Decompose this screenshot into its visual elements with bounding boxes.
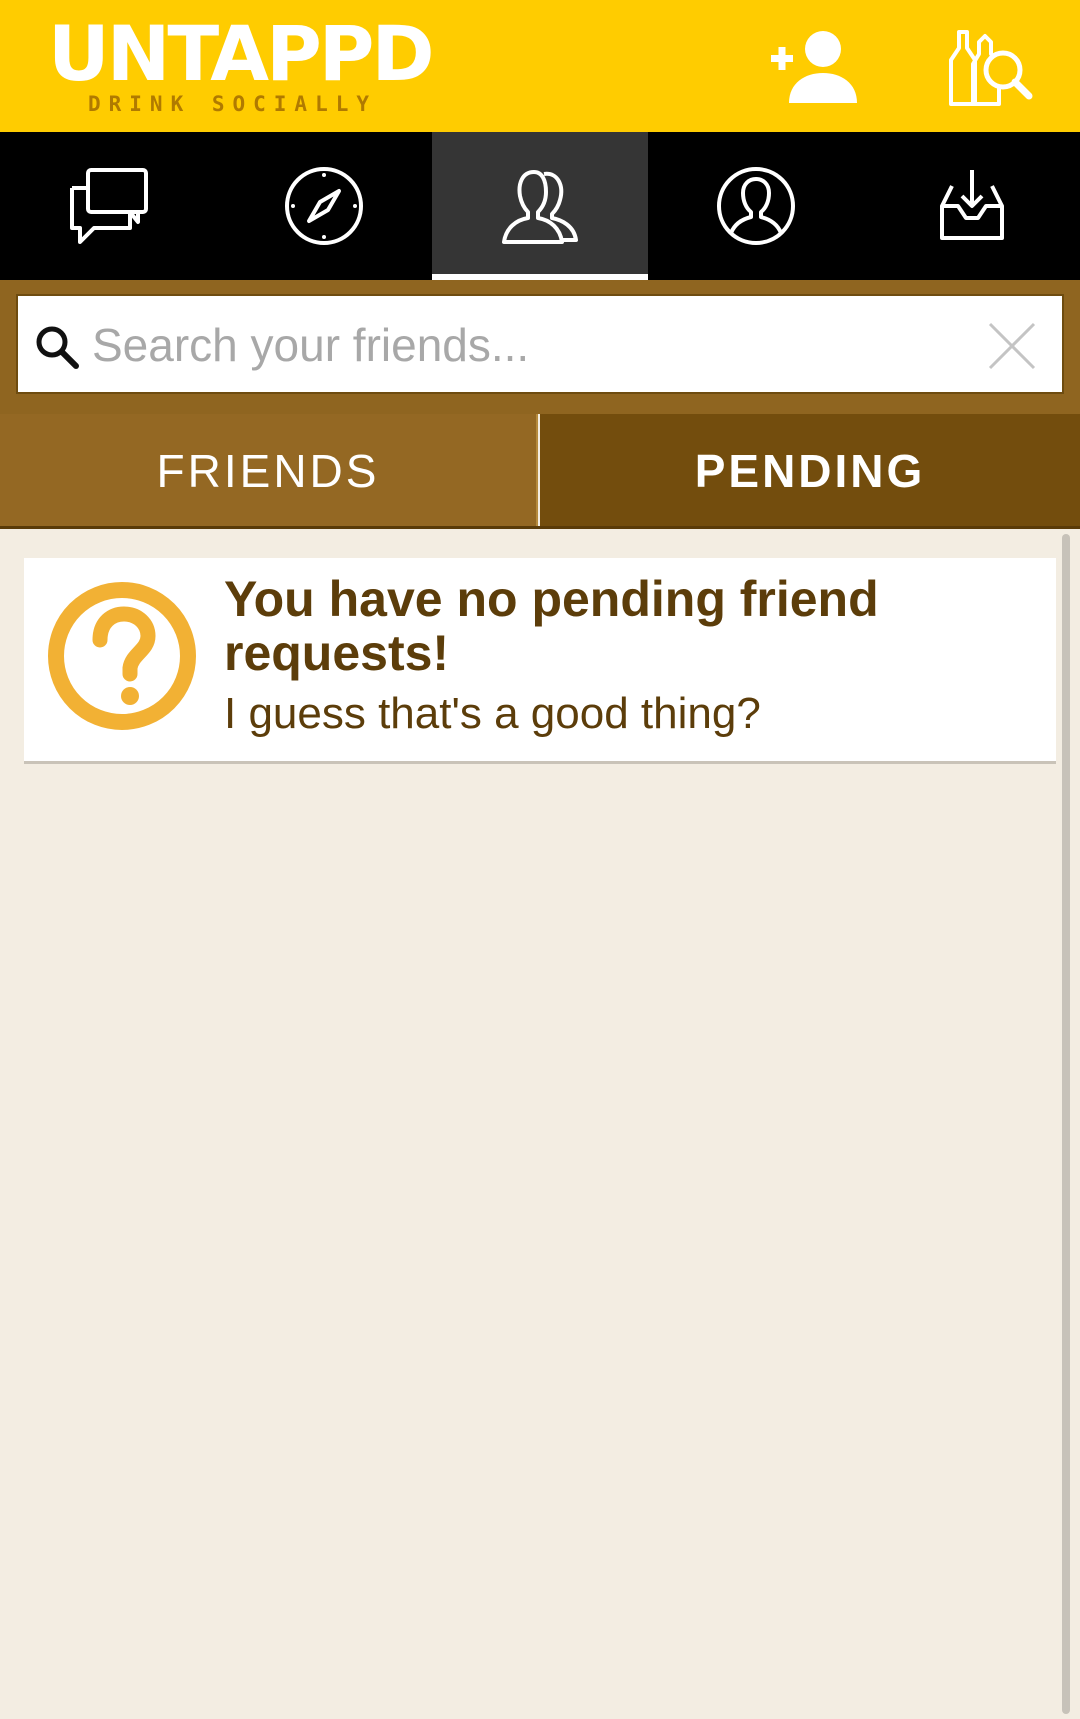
untappd-logo: UNTAPPD DRINK SOCIALLY xyxy=(48,12,468,122)
search-input[interactable] xyxy=(92,306,972,384)
scrollbar[interactable] xyxy=(1062,534,1070,1714)
main-nav xyxy=(0,132,1080,280)
profile-icon xyxy=(717,167,795,245)
app-header: UNTAPPD DRINK SOCIALLY xyxy=(0,0,1080,132)
tab-discover[interactable] xyxy=(216,132,432,280)
tab-friends-list[interactable]: FRIENDS xyxy=(0,414,538,528)
close-icon[interactable] xyxy=(986,320,1038,372)
divider xyxy=(0,526,1080,529)
tab-inbox[interactable] xyxy=(864,132,1080,280)
search-bar xyxy=(0,280,1080,414)
logo-wordmark: UNTAPPD xyxy=(48,9,435,98)
empty-state-card: You have no pending friend requests! I g… xyxy=(24,558,1056,764)
activity-chat-icon xyxy=(70,168,148,244)
add-friend-button[interactable] xyxy=(765,22,865,112)
beer-search-button[interactable] xyxy=(940,22,1040,112)
add-person-icon xyxy=(771,31,857,103)
search-icon xyxy=(36,326,79,369)
question-icon xyxy=(48,582,196,730)
inbox-download-icon xyxy=(940,170,1004,240)
empty-state-subtitle: I guess that's a good thing? xyxy=(224,689,761,738)
tab-pending[interactable]: PENDING xyxy=(540,414,1080,528)
empty-state-title: You have no pending friend requests! xyxy=(224,571,879,681)
search-box xyxy=(16,294,1064,394)
tab-friends[interactable] xyxy=(432,132,648,280)
tab-activity[interactable] xyxy=(0,132,216,280)
logo-tagline: DRINK SOCIALLY xyxy=(88,92,378,116)
friends-icon xyxy=(502,170,578,244)
compass-icon xyxy=(285,167,363,245)
beer-search-icon xyxy=(949,30,1033,106)
tab-profile[interactable] xyxy=(648,132,864,280)
